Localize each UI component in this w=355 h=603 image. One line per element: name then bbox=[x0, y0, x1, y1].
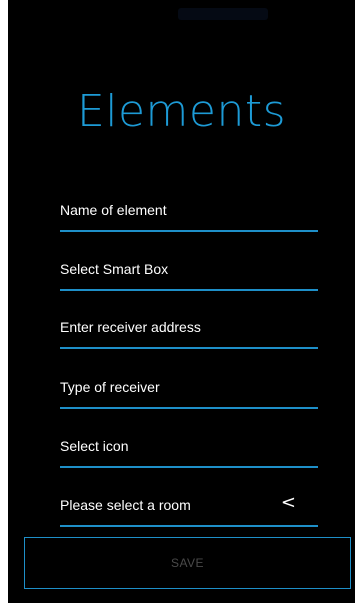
select-smart-box-field[interactable]: Select Smart Box bbox=[60, 255, 318, 291]
name-of-element-field[interactable]: Name of element bbox=[60, 196, 318, 232]
save-button[interactable]: SAVE bbox=[24, 537, 351, 589]
field-label: Select icon bbox=[60, 438, 129, 454]
receiver-address-field[interactable]: Enter receiver address bbox=[60, 313, 318, 349]
field-label: Type of receiver bbox=[60, 379, 160, 395]
app-screen: Elements Name of element Select Smart Bo… bbox=[8, 0, 355, 603]
page-title: Elements bbox=[76, 86, 287, 137]
field-label: Enter receiver address bbox=[60, 319, 201, 335]
status-bar bbox=[8, 0, 355, 28]
select-room-dropdown[interactable]: Please select a room < bbox=[60, 491, 318, 527]
field-label: Name of element bbox=[60, 202, 167, 218]
chevron-left-icon[interactable]: < bbox=[281, 492, 296, 513]
select-icon-field[interactable]: Select icon bbox=[60, 432, 318, 468]
status-indicator bbox=[178, 8, 268, 20]
type-of-receiver-field[interactable]: Type of receiver bbox=[60, 373, 318, 409]
field-label: Select Smart Box bbox=[60, 261, 169, 277]
field-label: Please select a room bbox=[60, 497, 191, 513]
